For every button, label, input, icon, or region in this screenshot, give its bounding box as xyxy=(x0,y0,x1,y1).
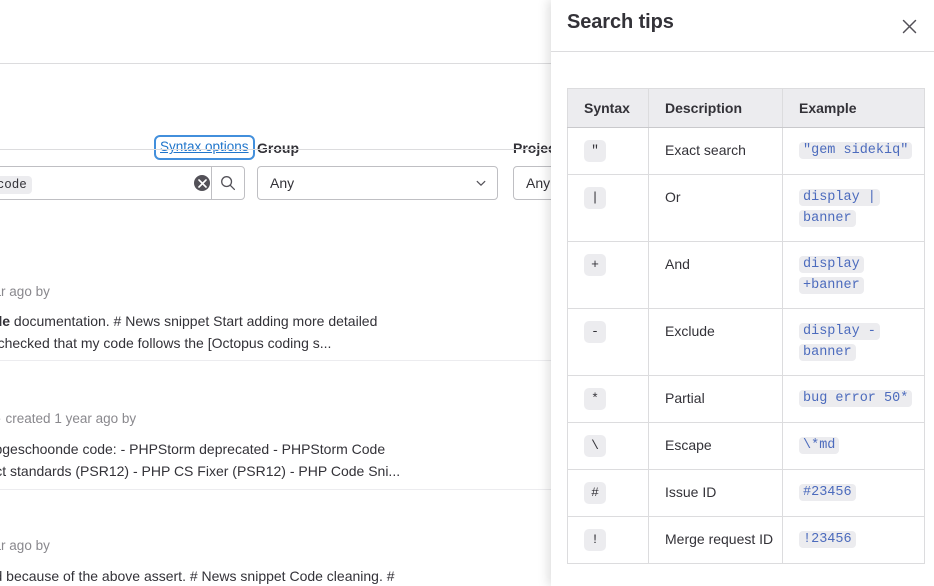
drawer-title: Search tips xyxy=(567,11,674,34)
description-text: Exact search xyxy=(665,142,746,158)
description-text: And xyxy=(665,256,690,272)
cell-description: Escape xyxy=(649,423,783,470)
cell-description: And xyxy=(649,242,783,309)
cell-example: "gem sidekiq" xyxy=(783,128,925,175)
example-code: \*md xyxy=(799,437,839,454)
results-query-code: code xyxy=(0,176,32,194)
drawer-header: Search tips xyxy=(551,0,934,52)
syntax-chip: * xyxy=(584,388,606,410)
result-meta: ated 1 year ago by xyxy=(0,538,50,553)
example-code: display | banner xyxy=(799,189,880,227)
cell-description: Merge request ID xyxy=(649,517,783,564)
example-code: !23456 xyxy=(799,531,856,548)
cell-example: display | banner xyxy=(783,175,925,242)
example-code: bug error 50* xyxy=(799,390,912,407)
cell-syntax: \ xyxy=(568,423,649,470)
close-drawer-button[interactable] xyxy=(895,12,923,40)
cell-description: Partial xyxy=(649,376,783,423)
description-text: Or xyxy=(665,189,681,205)
example-code: #23456 xyxy=(799,484,856,501)
column-header-example: Example xyxy=(783,89,925,128)
syntax-chip: + xyxy=(584,254,606,276)
syntax-options-link[interactable]: Syntax options xyxy=(160,139,249,154)
syntax-chip: # xyxy=(584,482,606,504)
description-text: Issue ID xyxy=(665,484,716,500)
cell-example: display +banner xyxy=(783,242,925,309)
result-snippet: tailed code documentation. # News snippe… xyxy=(0,311,377,331)
cell-example: bug error 50* xyxy=(783,376,925,423)
description-text: Partial xyxy=(665,390,705,406)
column-header-description: Description xyxy=(649,89,783,128)
cell-syntax: | xyxy=(568,175,649,242)
table-row: ! Merge request ID !23456 xyxy=(568,517,925,564)
example-code: display +banner xyxy=(799,256,864,294)
syntax-chip: | xyxy=(584,187,606,209)
screen: Syntax options Group Any xyxy=(0,0,934,586)
table-row: | Or display | banner xyxy=(568,175,925,242)
search-tips-drawer: Search tips Syntax Description Example xyxy=(551,0,934,586)
table-row: * Partial bug error 50* xyxy=(568,376,925,423)
result-snippet: hier de opgeschoonde code: - PHPStorm de… xyxy=(0,439,385,459)
search-tips-table: Syntax Description Example " Exact search… xyxy=(567,88,925,564)
example-code: "gem sidekiq" xyxy=(799,142,912,159)
description-text: Merge request ID xyxy=(665,531,773,547)
group-filter-dropdown[interactable]: Any xyxy=(257,166,498,200)
cell-syntax: " xyxy=(568,128,649,175)
syntax-chip: \ xyxy=(584,435,606,457)
result-snippet-line2: bugs/Strict standards (PSR12) - PHP CS F… xyxy=(0,461,400,481)
chevron-down-icon xyxy=(475,177,487,189)
syntax-options-focus-ring: Syntax options xyxy=(154,135,255,160)
syntax-chip: ! xyxy=(584,529,606,551)
cell-description: Exact search xyxy=(649,128,783,175)
cell-example: #23456 xyxy=(783,470,925,517)
cell-syntax: # xyxy=(568,470,649,517)
cell-example: \*md xyxy=(783,423,925,470)
table-row: # Issue ID #23456 xyxy=(568,470,925,517)
table-row: - Exclude display -banner xyxy=(568,309,925,376)
cell-example: display -banner xyxy=(783,309,925,376)
group-filter-label: Group xyxy=(257,140,299,156)
result-highlight: code xyxy=(0,313,10,329)
result-snippet-line2: [ ] I have checked that my code follows … xyxy=(0,333,331,353)
table-row: " Exact search "gem sidekiq" xyxy=(568,128,925,175)
magnifier-icon xyxy=(220,175,236,191)
cell-description: Issue ID xyxy=(649,470,783,517)
table-header-row: Syntax Description Example xyxy=(568,89,925,128)
cell-syntax: - xyxy=(568,309,649,376)
description-text: Escape xyxy=(665,437,712,453)
table-row: \ Escape \*md xyxy=(568,423,925,470)
group-filter-value: Any xyxy=(270,175,475,191)
clear-circle-x-icon xyxy=(194,175,210,191)
cell-syntax: + xyxy=(568,242,649,309)
search-submit-button[interactable] xyxy=(211,166,245,200)
drawer-body: Syntax Description Example " Exact search… xyxy=(551,52,934,564)
cell-description: Exclude xyxy=(649,309,783,376)
close-x-icon xyxy=(902,19,917,34)
result-snippet: ot needed because of the above assert. #… xyxy=(0,566,395,586)
syntax-chip: - xyxy=(584,321,606,343)
result-meta: canto !25 · created 1 year ago by xyxy=(0,411,136,426)
description-text: Exclude xyxy=(665,323,715,339)
cell-syntax: ! xyxy=(568,517,649,564)
table-row: + And display +banner xyxy=(568,242,925,309)
example-code: display -banner xyxy=(799,323,880,361)
syntax-chip: " xyxy=(584,140,606,162)
cell-example: !23456 xyxy=(783,517,925,564)
result-meta: ated 1 year ago by xyxy=(0,284,50,299)
column-header-syntax: Syntax xyxy=(568,89,649,128)
results-count-heading: uests for code xyxy=(0,176,32,194)
cell-syntax: * xyxy=(568,376,649,423)
cell-description: Or xyxy=(649,175,783,242)
